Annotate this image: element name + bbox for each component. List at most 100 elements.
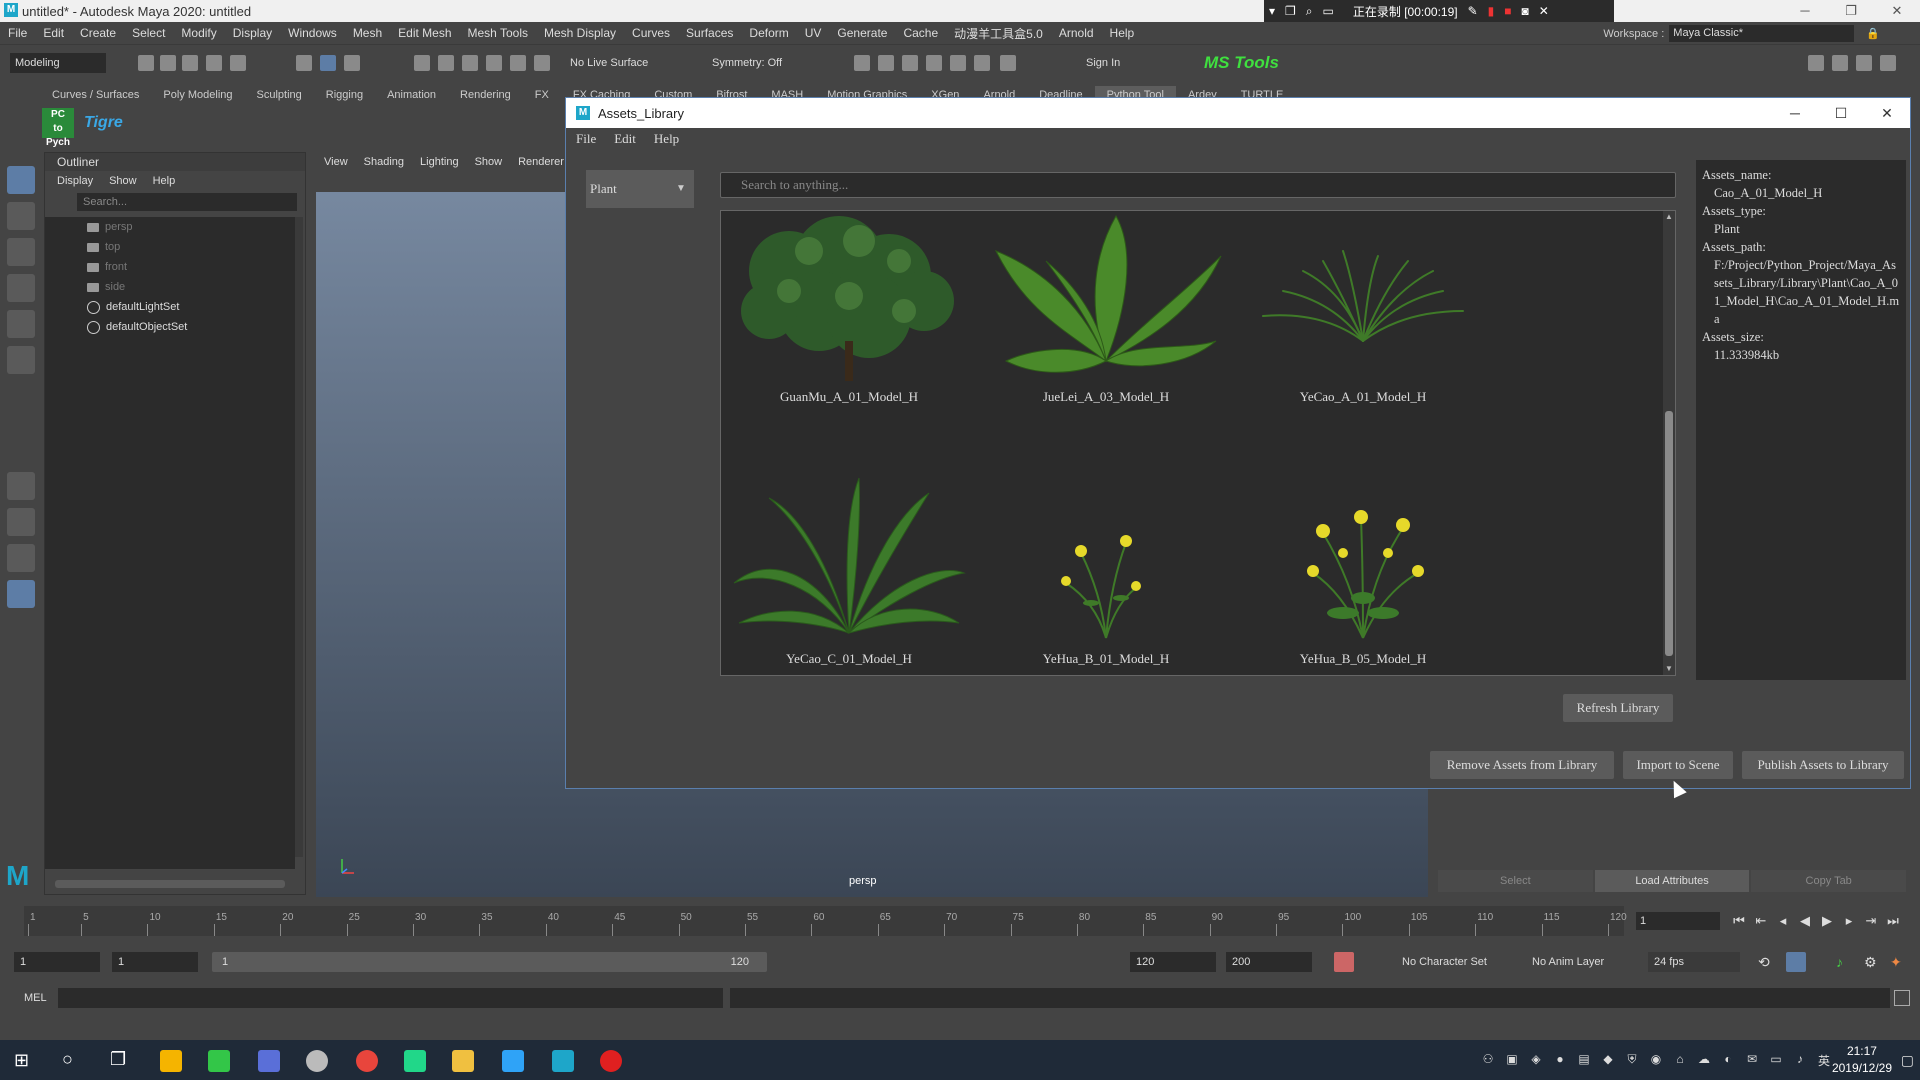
script-editor-icon[interactable] — [1894, 990, 1910, 1006]
time-ruler[interactable]: 1 5 10 15 20 25 30 35 40 45 50 55 60 65 70 75 80 85 90 95 10… — [24, 906, 1627, 936]
lock-icon[interactable]: 🔒 — [1866, 27, 1880, 40]
mode-dropdown[interactable]: Modeling — [10, 53, 106, 73]
shelf-tab-animation[interactable]: Animation — [375, 86, 448, 104]
publish-assets-button[interactable]: Publish Assets to Library — [1742, 751, 1904, 779]
scale-tool-icon[interactable] — [7, 346, 35, 374]
render-view-icon[interactable] — [974, 55, 990, 71]
asset-tile[interactable]: YeCao_C_01_Model_H — [729, 473, 969, 675]
chrome-icon[interactable] — [356, 1050, 378, 1072]
menu-mesh-display[interactable]: Mesh Display — [536, 26, 624, 40]
menu-deform[interactable]: Deform — [741, 26, 796, 40]
stop-record-icon[interactable]: ■ — [1504, 4, 1511, 18]
menu-modify[interactable]: Modify — [173, 26, 224, 40]
step-back-key-icon[interactable]: ⇤ — [1750, 912, 1772, 930]
mstools-logo[interactable]: MS Tools — [1204, 53, 1279, 73]
dialog-menu-help[interactable]: Help — [654, 128, 679, 150]
shelf-tab-fx[interactable]: FX — [523, 86, 561, 104]
select-tool-icon[interactable] — [7, 166, 35, 194]
open-scene-icon[interactable] — [160, 55, 176, 71]
outliner-layout-icon[interactable] — [7, 580, 35, 608]
menu-uv[interactable]: UV — [797, 26, 830, 40]
redo-icon[interactable] — [230, 55, 246, 71]
channel-box-icon[interactable] — [1832, 55, 1848, 71]
scroll-thumb[interactable] — [1665, 411, 1673, 656]
sign-in-button[interactable]: Sign In — [1086, 57, 1120, 69]
menu-edit-mesh[interactable]: Edit Mesh — [390, 26, 459, 40]
cache-playback-icon[interactable] — [1786, 952, 1806, 972]
dialog-menu-edit[interactable]: Edit — [614, 128, 636, 150]
menu-surfaces[interactable]: Surfaces — [678, 26, 741, 40]
snap-view-icon[interactable] — [486, 55, 502, 71]
file-explorer-icon[interactable] — [452, 1050, 474, 1072]
go-to-end-icon[interactable]: ⏭ — [1882, 912, 1904, 930]
render-sequence-icon[interactable] — [878, 55, 894, 71]
viewport-menu-show[interactable]: Show — [467, 152, 511, 172]
scroll-down-icon[interactable]: ▼ — [1663, 663, 1675, 675]
attr-copy-tab-button[interactable]: Copy Tab — [1751, 870, 1907, 892]
menu-edit[interactable]: Edit — [35, 26, 72, 40]
outliner-menu-display[interactable]: Display — [57, 171, 93, 191]
import-to-scene-button[interactable]: Import to Scene — [1623, 751, 1733, 779]
dialog-maximize-button[interactable]: ☐ — [1818, 98, 1864, 128]
animation-start-field[interactable]: 1 — [14, 952, 100, 972]
menu-curves[interactable]: Curves — [624, 26, 678, 40]
mel-command-input[interactable] — [58, 988, 723, 1008]
animation-end-field[interactable]: 200 — [1226, 952, 1312, 972]
pause-render-icon[interactable] — [1000, 55, 1016, 71]
step-forward-frame-icon[interactable]: ▸ — [1838, 912, 1860, 930]
shelf-tab-rigging[interactable]: Rigging — [314, 86, 375, 104]
asset-tile[interactable]: JueLei_A_03_Model_H — [986, 211, 1226, 421]
tray-app-icon[interactable]: ▤ — [1574, 1052, 1594, 1068]
people-icon[interactable]: ⚇ — [1478, 1052, 1498, 1068]
sound-icon[interactable]: ♪ — [1836, 954, 1843, 970]
snap-grid-icon[interactable] — [414, 55, 430, 71]
usb-icon[interactable]: ⌂ — [1670, 1052, 1690, 1068]
layout-toggle-icon[interactable] — [1808, 55, 1824, 71]
tray-app-icon[interactable]: ◆ — [1598, 1052, 1618, 1068]
camera-icon[interactable]: ◙ — [1522, 4, 1529, 18]
pen-icon[interactable]: ✎ — [1468, 4, 1478, 18]
snap-vertex-icon[interactable] — [534, 55, 550, 71]
menu-arnold[interactable]: Arnold — [1051, 26, 1102, 40]
remove-assets-button[interactable]: Remove Assets from Library — [1430, 751, 1614, 779]
menu-cache[interactable]: Cache — [895, 26, 946, 40]
tray-app-icon[interactable]: ▣ — [1502, 1052, 1522, 1068]
dialog-menu-file[interactable]: File — [576, 128, 596, 150]
playback-start-field[interactable]: 1 — [112, 952, 198, 972]
render-frame-icon[interactable] — [854, 55, 870, 71]
viewport-menu-renderer[interactable]: Renderer — [510, 152, 572, 172]
windows-start-icon[interactable]: ⊞ — [14, 1050, 29, 1071]
new-scene-icon[interactable] — [138, 55, 154, 71]
play-forwards-icon[interactable]: ▶ — [1816, 912, 1838, 930]
tiger-shelf-icon[interactable]: Tigre — [84, 114, 123, 132]
two-view-icon[interactable] — [7, 544, 35, 572]
mel-label[interactable]: MEL — [24, 992, 47, 1004]
anim-layer-dropdown[interactable]: No Anim Layer — [1532, 956, 1604, 968]
outliner-menu-show[interactable]: Show — [109, 171, 137, 191]
photoshop-icon[interactable] — [502, 1050, 524, 1072]
frame-icon[interactable]: ▭ — [1323, 4, 1334, 18]
outliner-item-side[interactable]: side — [45, 277, 295, 297]
tray-app-icon[interactable]: ◐ — [1718, 1052, 1738, 1068]
menu-mesh[interactable]: Mesh — [345, 26, 390, 40]
current-frame-field[interactable]: 1 — [1636, 912, 1720, 930]
render-settings-icon[interactable] — [926, 55, 942, 71]
copy-icon[interactable]: ❐ — [1285, 4, 1296, 18]
app-cat-icon[interactable] — [306, 1050, 328, 1072]
dialog-close-button[interactable]: ✕ — [1864, 98, 1910, 128]
menu-mesh-tools[interactable]: Mesh Tools — [460, 26, 536, 40]
tray-app-icon[interactable]: ◉ — [1646, 1052, 1666, 1068]
go-to-start-icon[interactable]: ⏮ — [1728, 912, 1750, 930]
single-view-icon[interactable] — [7, 472, 35, 500]
outliner-item-front[interactable]: front — [45, 257, 295, 277]
ipr-render-icon[interactable] — [902, 55, 918, 71]
snap-curve-icon[interactable] — [438, 55, 454, 71]
outliner-item-default-object-set[interactable]: defaultObjectSet — [45, 317, 295, 337]
auto-key-icon[interactable] — [1334, 952, 1354, 972]
outliner-hscrollbar[interactable] — [55, 880, 285, 888]
notifications-icon[interactable]: ▢ — [1901, 1052, 1914, 1069]
recorder-taskbar-icon[interactable] — [600, 1050, 622, 1072]
menu-create[interactable]: Create — [72, 26, 124, 40]
asset-tile[interactable]: YeCao_A_01_Model_H — [1243, 211, 1483, 421]
outliner-search-input[interactable]: Search... — [77, 193, 297, 211]
